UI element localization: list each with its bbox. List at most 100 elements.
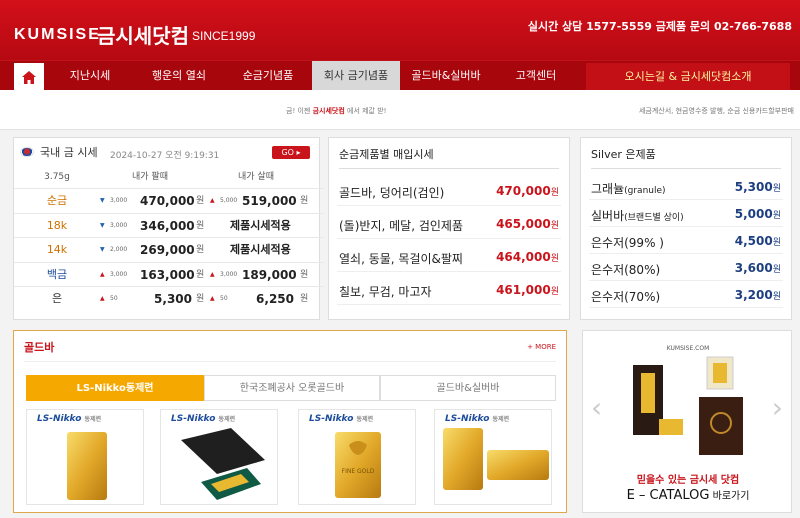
list-item: 열쇠, 동물, 목걸이&팔찌 464,000원: [337, 242, 561, 272]
price-unit: 원: [772, 292, 781, 302]
buy-text: 제품시세적용: [230, 243, 291, 256]
domestic-title: 국내 금 시세: [20, 144, 98, 160]
tab-komsco[interactable]: 한국조폐공사 오롯골드바: [204, 375, 380, 401]
buy-change: 50: [220, 295, 228, 302]
buy-change: 5,000: [220, 197, 238, 204]
catalog-title-main: E – CATALOG: [626, 488, 710, 503]
sell-change: 3,000: [110, 221, 128, 229]
product-price: 461,000원: [496, 283, 559, 297]
silver-name: 은수저(80%): [591, 261, 660, 278]
table-row: 백금 ▲ 3,000 163,000 원 ▲ 3,000 189,000 원: [14, 261, 324, 286]
nav-item-gold-souvenir[interactable]: 순금기념품: [232, 61, 304, 91]
list-item: 골드바, 덩어리(검인) 470,000원: [337, 176, 561, 206]
header-sell: 내가 팔때: [132, 172, 168, 182]
row-label: 순금: [46, 194, 68, 207]
change-arrow-icon: ▼: [100, 246, 105, 253]
domestic-title-text: 국내 금 시세: [40, 146, 98, 159]
divider: [24, 361, 556, 362]
slogan-pre: 금! 이젠: [286, 107, 313, 115]
nav-item-location-about[interactable]: 오시는길 & 금시세닷컴소개: [586, 63, 790, 91]
service-notice: 세금계산서, 현금영수증 발행, 순금 신용카드할부판매: [638, 107, 794, 115]
product-name: 칠보, 무검, 마고자: [339, 285, 432, 299]
divider: [591, 168, 781, 169]
tab-ls-nikko[interactable]: LS-Nikko동제련: [26, 375, 204, 401]
buy-unit: 원: [300, 294, 309, 304]
price-unit: 원: [550, 188, 559, 198]
product-price: 465,000원: [496, 217, 559, 231]
tab-goldbar-silverbar[interactable]: 골드바&실버바: [380, 375, 556, 401]
pure-gold-panel: 순금제품별 매입시세 골드바, 덩어리(검인) 470,000원 (돌)반지, 메달…: [328, 137, 570, 320]
header-buy: 내가 살때: [238, 172, 274, 182]
sell-price: 346,000: [140, 218, 195, 233]
nav-item-lucky-key[interactable]: 행운의 열쇠: [142, 61, 216, 91]
list-item: 그래뉼(granule) 5,300원: [589, 174, 783, 200]
row-label: 18k: [46, 218, 68, 232]
product-card[interactable]: LS-Nikko 동제련: [160, 409, 278, 505]
price-value: 470,000: [496, 184, 551, 198]
change-arrow-icon: ▲: [100, 270, 105, 278]
price-value: 3,200: [734, 288, 773, 302]
nav-item-goldbar-silverbar[interactable]: 골드바&실버바: [408, 61, 484, 91]
price-value: 465,000: [496, 217, 551, 231]
silver-name-sub: (브랜드별 상이): [624, 213, 684, 223]
sell-unit: 원: [196, 196, 205, 206]
buy-price: 6,250: [256, 292, 294, 306]
product-name: 골드바, 덩어리(검인): [339, 186, 445, 200]
price-value: 3,600: [734, 261, 773, 275]
price-unit: 원: [550, 254, 559, 264]
catalog-title: E – CATALOG 바로가기: [583, 487, 793, 503]
change-arrow-icon: ▼: [100, 221, 105, 229]
sell-change: 50: [110, 295, 118, 302]
korea-flag-icon: [20, 147, 34, 157]
more-link[interactable]: + MORE: [527, 343, 556, 351]
price-value: 464,000: [496, 250, 551, 264]
table-row: 18k ▼ 3,000 346,000 원 제품시세적용: [14, 212, 324, 237]
price-unit: 원: [772, 211, 781, 221]
contact-info: 실시간 상담 1577-5559 금제품 문의 02-766-7688: [527, 20, 792, 33]
site-header: KUMSISE 금시세닷컴 SINCE1999 실시간 상담 1577-5559…: [0, 0, 800, 60]
change-arrow-icon: ▲: [210, 270, 215, 278]
silver-name-text: 실버바: [591, 209, 625, 223]
catalog-tagline: 믿을수 있는 금시세 닷컴: [636, 475, 740, 486]
silver-name: 그래뉼(granule): [591, 180, 666, 197]
row-label: 백금: [46, 267, 68, 281]
nav-item-company-souvenir[interactable]: 회사 금기념품: [312, 61, 400, 91]
table-row: 14k ▼ 2,000 269,000 원 제품시세적용: [14, 237, 324, 261]
table-row: 은 ▲ 50 5,300 원 ▲ 50 6,250 원: [14, 286, 324, 310]
silver-panel: Silver 은제품 그래뉼(granule) 5,300원 실버바(브랜드별 상이…: [580, 137, 792, 320]
product-price: 470,000원: [496, 184, 559, 198]
product-card[interactable]: LS-Nikko 동제련 FINE GOLD: [298, 409, 416, 505]
silver-title: Silver 은제품: [591, 148, 656, 161]
price-unit: 원: [550, 221, 559, 231]
sell-change: 3,000: [110, 197, 128, 204]
sell-price: 163,000: [140, 267, 195, 282]
table-row: 순금 ▼ 3,000 470,000 원 ▲ 5,000 519,000 원: [14, 188, 324, 212]
change-arrow-icon: ▲: [210, 295, 215, 302]
silver-name-text: 그래뉼: [591, 182, 625, 196]
list-item: 실버바(브랜드별 상이) 5,000원: [589, 201, 783, 227]
home-button[interactable]: [14, 63, 44, 91]
product-card[interactable]: LS-Nikko 동제련: [434, 409, 552, 505]
change-arrow-icon: ▲: [210, 197, 215, 204]
price-value: 5,300: [734, 180, 773, 194]
sell-change: 3,000: [110, 270, 128, 278]
silver-price: 3,200원: [735, 288, 781, 302]
list-item: 칠보, 무검, 마고자 461,000원: [337, 275, 561, 305]
slogan: 금! 이젠 금시세닷컴 에서 제값 받!: [286, 106, 386, 116]
sell-price: 269,000: [140, 243, 195, 257]
change-arrow-icon: ▼: [100, 197, 105, 204]
pure-gold-title: 순금제품별 매입시세: [339, 148, 434, 161]
go-button[interactable]: GO ▸: [272, 146, 310, 159]
logo-english[interactable]: KUMSISE: [14, 26, 101, 44]
ecatalog-banner[interactable]: KUMSISE.COM ‹ › 믿을수 있는 금시세 닷컴 E – CATALO…: [582, 330, 792, 513]
sell-unit: 원: [196, 294, 205, 304]
silver-name: 은수저(99% ): [591, 234, 664, 251]
goldbar-case-image: [181, 428, 265, 500]
list-item: 은수저(80%) 3,600원: [589, 255, 783, 281]
nav-item-past-price[interactable]: 지난시세: [58, 61, 122, 91]
nav-item-customer-center[interactable]: 고객센터: [504, 61, 568, 91]
silver-price: 4,500원: [735, 234, 781, 248]
logo-korean[interactable]: 금시세닷컴: [97, 20, 189, 49]
price-value: 4,500: [734, 234, 773, 248]
product-card[interactable]: LS-Nikko 동제련: [26, 409, 144, 505]
